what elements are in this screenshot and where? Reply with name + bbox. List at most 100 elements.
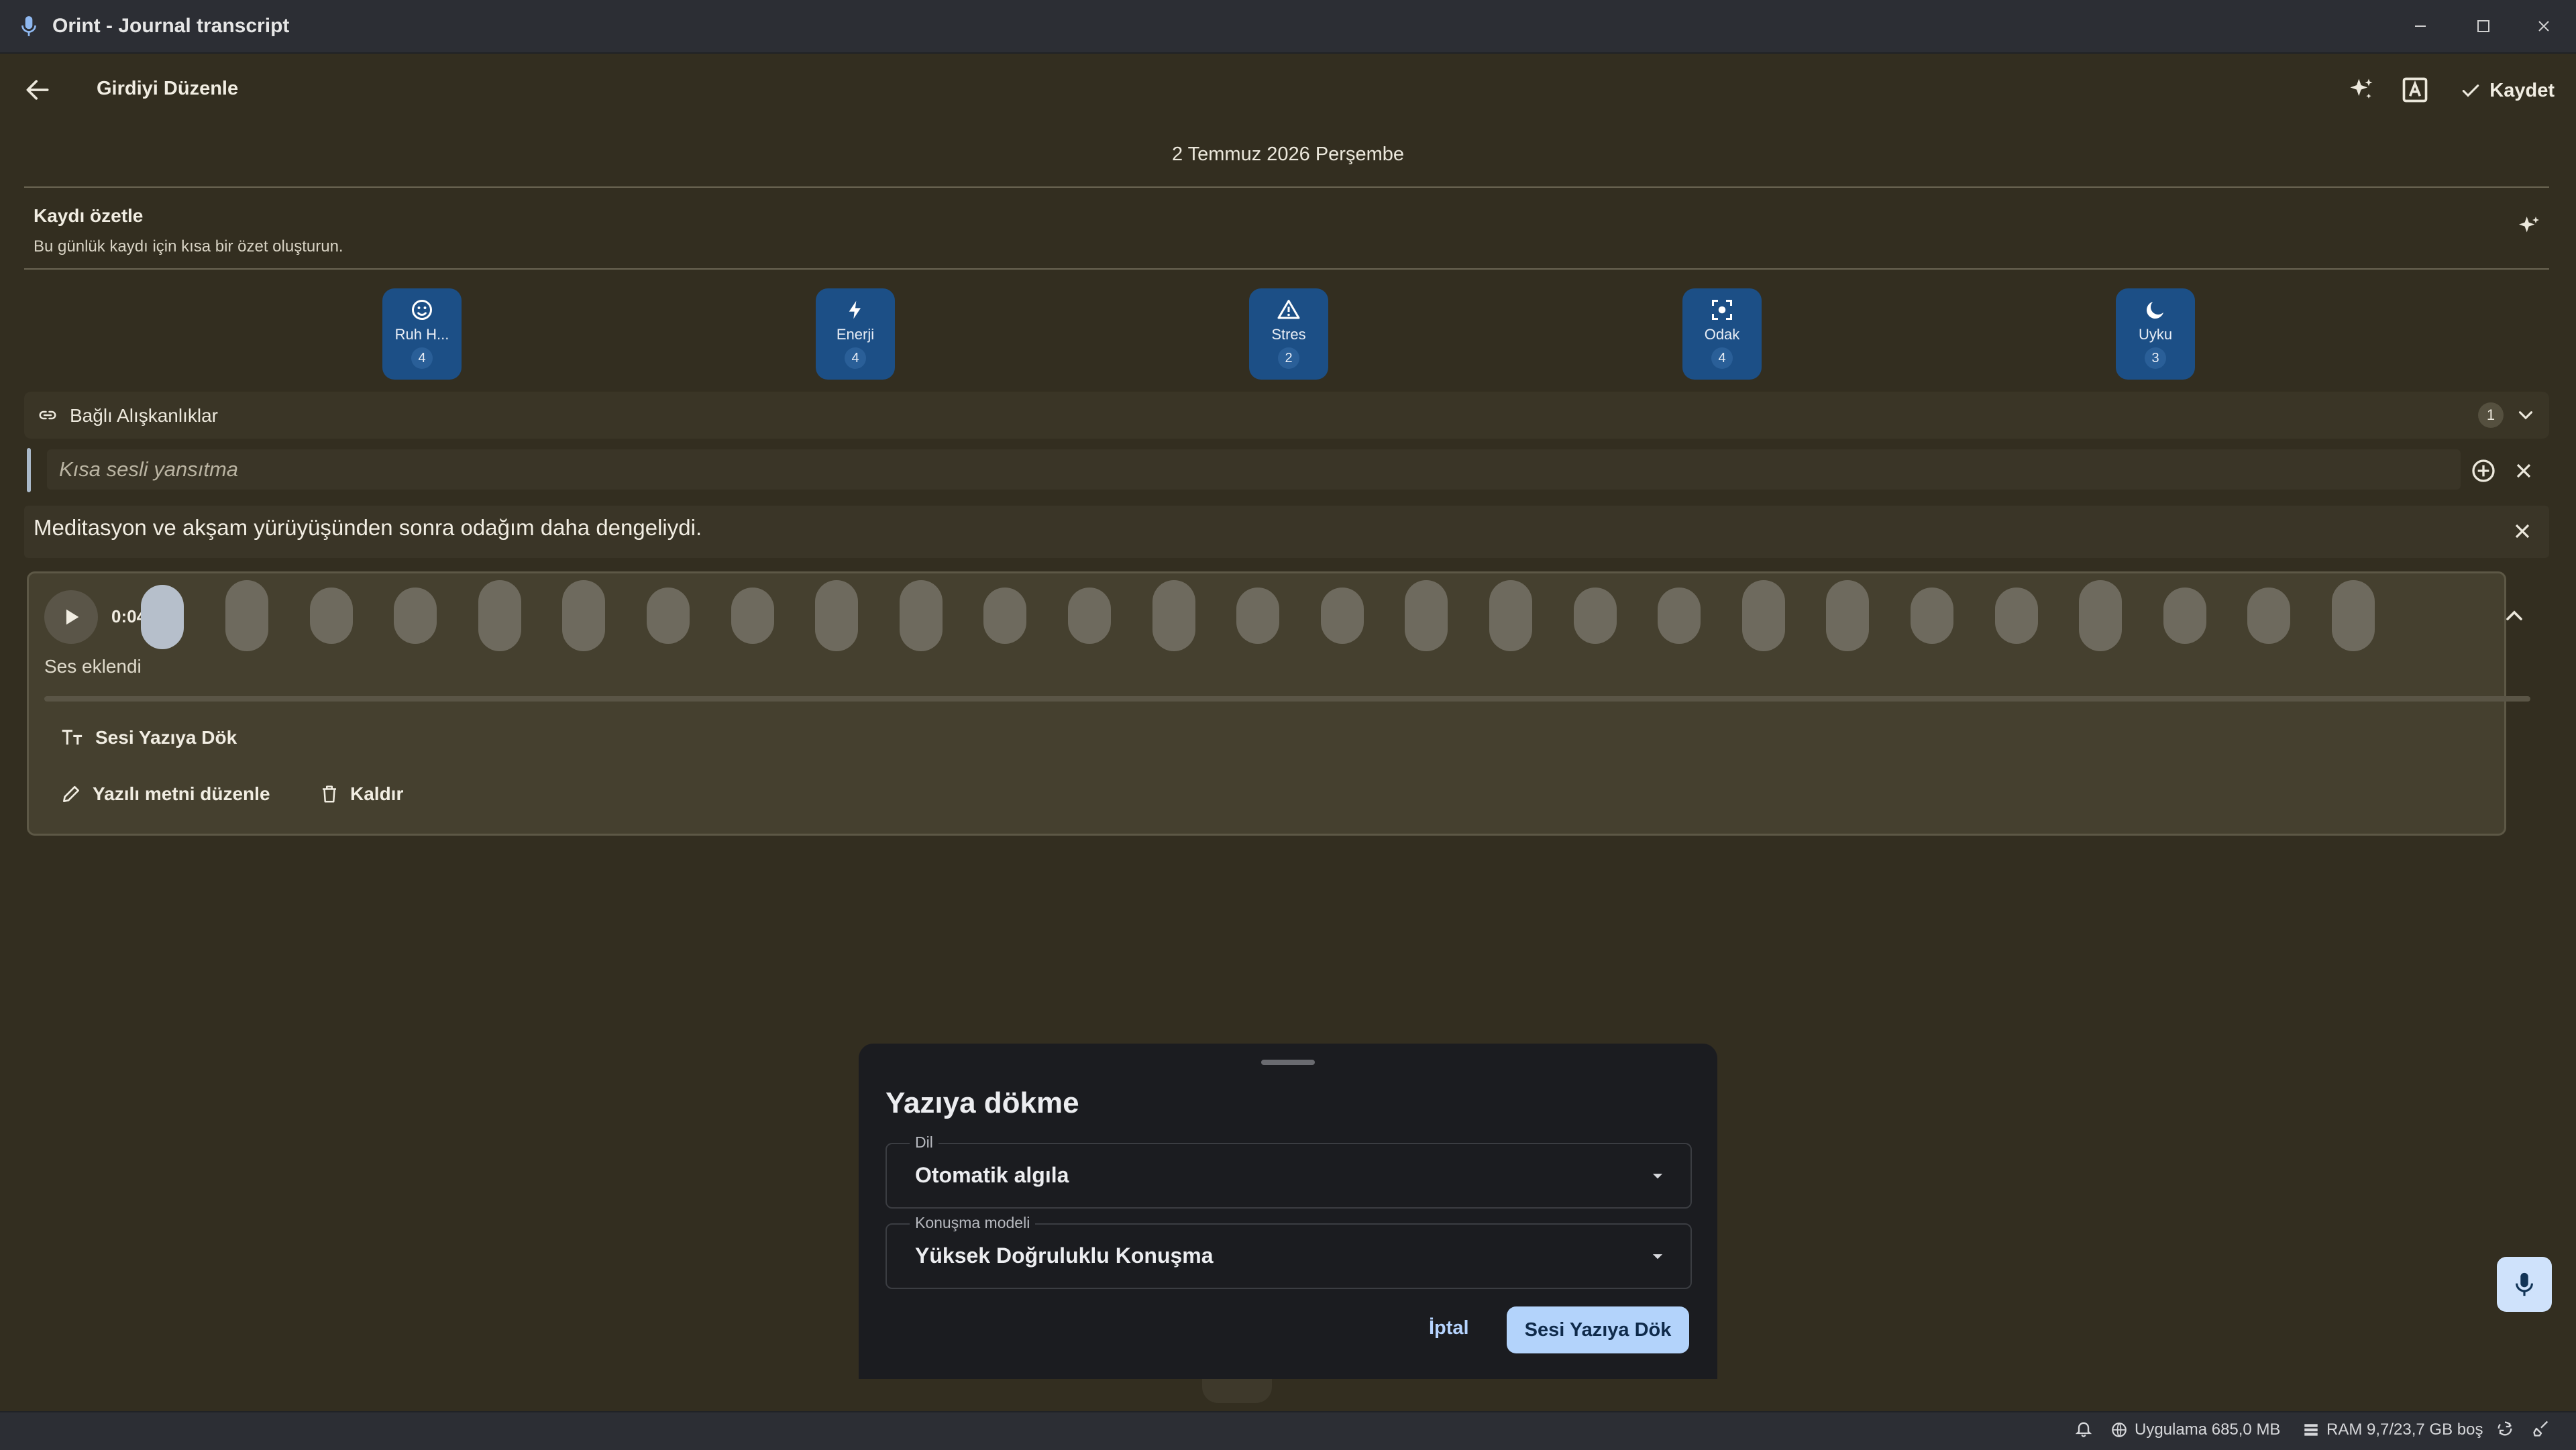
language-label: Dil [910,1133,938,1152]
close-window-button[interactable] [2524,9,2564,43]
edit-transcript-button[interactable]: Yazılı metni düzenle [60,783,270,805]
waveform-bar [478,580,521,651]
sync-button[interactable] [2496,1419,2514,1438]
back-button[interactable] [23,75,52,105]
metric-value: 4 [1711,347,1733,369]
link-icon [36,405,59,425]
chevron-up-icon [2506,610,2522,620]
mic-icon [2516,1272,2533,1296]
play-button[interactable] [44,590,98,644]
minimize-button[interactable] [2400,9,2440,43]
notifications-button[interactable] [2074,1419,2093,1438]
metric-chip-stress[interactable]: Stres 2 [1249,288,1328,380]
generate-summary-button[interactable] [2516,213,2542,240]
waveform-bar [225,580,268,651]
metric-value: 4 [411,347,433,369]
globe-icon [2112,1423,2127,1437]
metric-label: Ruh H... [394,326,449,343]
metric-label: Enerji [836,326,875,343]
divider [24,186,2549,188]
edit-transcript-label: Yazılı metni düzenle [93,783,270,804]
waveform-bar [309,588,353,644]
metric-chip-sleep[interactable]: Uyku 3 [2116,288,2195,380]
waveform-bar [1320,588,1364,644]
sheet-title: Yazıya dökme [885,1086,1079,1119]
linked-habits-label: Bağlı Alışkanlıklar [70,405,218,426]
speech-model-dropdown-icon [1646,1245,1669,1268]
metric-value: 4 [845,347,866,369]
speech-model-label: Konuşma modeli [910,1214,1036,1232]
maximize-icon [2477,20,2489,32]
metric-label: Odak [1704,326,1740,343]
waveform-bar [1236,588,1280,644]
waveform-bar [1741,580,1785,651]
save-label: Kaydet [2489,79,2555,101]
waveform-bar [1489,580,1532,651]
app-memory-status: Uygulama 685,0 MB [2110,1420,2280,1439]
summary-subtitle: Bu günlük kaydı için kısa bir özet oluşt… [34,237,343,256]
waveform-bar [1573,588,1617,644]
waveform-bar [1994,588,2038,644]
ram-status: RAM 9,7/23,7 GB boş [2302,1420,2483,1439]
waveform-bar [899,580,943,651]
divider [24,268,2549,270]
waveform-bar [2163,588,2206,644]
metric-chip-focus[interactable]: Odak 4 [1682,288,1762,380]
maximize-button[interactable] [2463,9,2504,43]
text-format-button[interactable] [2400,75,2430,105]
metric-value: 3 [2145,347,2166,369]
remove-audio-button[interactable]: Kaldır [319,783,403,805]
waveform-bar [1658,588,1701,644]
waveform-bar [983,588,1027,644]
speech-model-value: Yüksek Doğruluklu Konuşma [915,1243,1214,1268]
recycle-icon [2498,1421,2512,1436]
remove-note-button[interactable] [2510,519,2534,543]
entry-date: 2 Temmuz 2026 Perşembe [1171,144,1405,165]
chevron-down-icon [2518,411,2533,420]
close-icon [2516,463,2531,478]
waveform-bar [647,588,690,644]
audio-status: Ses eklendi [44,656,142,677]
metric-chip-mood[interactable]: Ruh H... 4 [382,288,462,380]
metric-chip-energy[interactable]: Enerji 4 [816,288,895,380]
sheet-drag-handle[interactable] [1261,1060,1315,1065]
metric-value: 2 [1278,347,1299,369]
ai-sparkle-button[interactable] [2347,75,2376,105]
pencil-icon [63,786,79,802]
cancel-button[interactable]: İptal [1429,1317,1469,1339]
waveform-bar [1405,580,1448,651]
summary-title: Kaydı özetle [34,205,144,226]
waveform-scrubber[interactable] [141,585,184,649]
language-value: Otomatik algıla [915,1163,1069,1187]
waveform-bar [1068,588,1111,644]
window-title: Orint - Journal transcript [52,15,290,37]
collapse-audio-button[interactable] [2501,602,2528,629]
metric-label: Stres [1271,326,1306,343]
record-mic-button[interactable] [2497,1257,2552,1312]
moon-icon [2143,296,2167,323]
close-icon [2515,524,2530,539]
add-reflection-button[interactable] [2470,457,2497,484]
reflection-input[interactable] [47,449,2461,490]
audio-progress-track[interactable] [44,696,2530,702]
cleanup-button[interactable] [2532,1419,2551,1438]
arrow-left-icon [26,80,49,100]
waveform-bar [731,588,774,644]
save-button[interactable]: Kaydet [2460,74,2555,107]
transcribe-label: Sesi Yazıya Dök [95,727,237,748]
linked-habits-header[interactable] [24,392,2549,439]
language-dropdown-icon [1646,1164,1669,1187]
waveform-bar [2247,588,2291,644]
transcribe-submit-button[interactable]: Sesi Yazıya Dök [1507,1306,1689,1353]
sparkle-icon [2350,78,2373,99]
ram-text: RAM 9,7/23,7 GB boş [2326,1420,2483,1439]
input-accent-bar [27,448,31,492]
warning-icon [1277,296,1301,323]
bolt-icon [845,296,866,323]
expand-habits-button[interactable] [2514,404,2537,427]
app-memory-text: Uygulama 685,0 MB [2135,1420,2281,1439]
focus-icon [1710,296,1734,323]
waveform-bar [1826,580,1870,651]
transcribe-audio-button[interactable]: Sesi Yazıya Dök [60,727,237,748]
clear-reflection-button[interactable] [2512,459,2536,483]
